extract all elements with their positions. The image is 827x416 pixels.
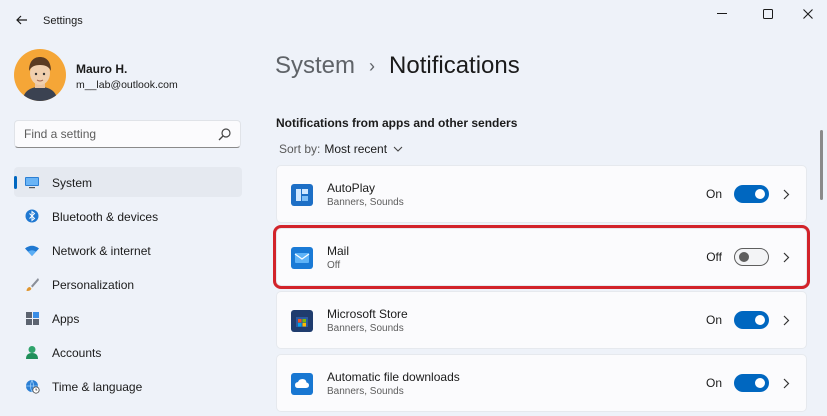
sidebar-item-personalization[interactable]: Personalization	[14, 269, 242, 299]
globe-clock-icon	[24, 378, 40, 394]
app-name: Microsoft Store	[327, 307, 408, 321]
close-button[interactable]	[796, 6, 820, 22]
maximize-icon	[763, 9, 773, 19]
toggle-state-label: Off	[706, 250, 722, 264]
store-icon	[291, 310, 313, 332]
close-icon	[803, 9, 813, 19]
notification-toggle[interactable]	[734, 311, 769, 329]
maximize-button[interactable]	[756, 6, 780, 22]
mail-icon	[291, 247, 313, 269]
sidebar-item-label: Time & language	[52, 380, 143, 394]
notification-toggle[interactable]	[734, 185, 769, 203]
app-name: AutoPlay	[327, 181, 376, 195]
sort-label: Sort by:	[279, 142, 321, 156]
sidebar-item-accounts[interactable]: Accounts	[14, 337, 242, 367]
arrow-left-icon	[16, 15, 27, 25]
app-row-automatic-file-downloads[interactable]: Automatic file downloads Banners, Sounds…	[276, 354, 807, 412]
toggle-knob	[755, 315, 765, 325]
bluetooth-icon	[24, 208, 40, 224]
breadcrumb-separator: ›	[369, 55, 376, 76]
sidebar-item-network[interactable]: Network & internet	[14, 235, 242, 265]
selection-indicator	[14, 176, 17, 189]
sidebar-item-label: Bluetooth & devices	[52, 210, 159, 224]
sidebar-item-system[interactable]: System	[14, 167, 242, 197]
sort-value: Most recent	[324, 142, 388, 156]
search-input[interactable]	[24, 126, 214, 142]
chevron-right-icon[interactable]	[780, 376, 792, 390]
app-row-microsoft-store[interactable]: Microsoft Store Banners, Sounds On	[276, 291, 807, 349]
app-row-mail[interactable]: Mail Off Off	[273, 225, 810, 289]
chevron-right-icon[interactable]	[780, 250, 792, 264]
monitor-icon	[24, 174, 40, 190]
cloud-icon	[291, 373, 313, 395]
sort-dropdown[interactable]: Sort by: Most recent	[279, 142, 403, 156]
user-profile[interactable]: Mauro H. m__lab@outlook.com	[14, 49, 244, 103]
back-button[interactable]	[12, 10, 32, 30]
section-title: Notifications from apps and other sender…	[276, 116, 518, 130]
app-row-autoplay[interactable]: AutoPlay Banners, Sounds On	[276, 165, 807, 223]
sidebar-nav: System Bluetooth & devices Network & int…	[14, 167, 242, 405]
app-notification-list: AutoPlay Banners, Sounds On Mail Off Off…	[273, 165, 810, 416]
wifi-icon	[24, 242, 40, 258]
breadcrumb-parent[interactable]: System	[275, 52, 355, 80]
user-email: m__lab@outlook.com	[76, 79, 178, 91]
search-box[interactable]	[14, 120, 241, 148]
user-name: Mauro H.	[76, 62, 128, 76]
chevron-right-icon[interactable]	[780, 187, 792, 201]
avatar-image	[14, 49, 66, 101]
sidebar-item-apps[interactable]: Apps	[14, 303, 242, 333]
search-icon[interactable]	[218, 128, 231, 141]
minimize-button[interactable]	[710, 6, 734, 22]
app-subtitle: Off	[327, 260, 341, 271]
app-subtitle: Banners, Sounds	[327, 323, 404, 334]
app-name: Automatic file downloads	[327, 370, 460, 384]
app-subtitle: Banners, Sounds	[327, 197, 404, 208]
toggle-knob	[739, 252, 749, 262]
app-subtitle: Banners, Sounds	[327, 386, 404, 397]
sidebar-item-time-language[interactable]: Time & language	[14, 371, 242, 401]
chevron-down-icon	[393, 146, 403, 152]
scrollbar[interactable]	[820, 130, 823, 200]
notification-toggle[interactable]	[734, 248, 769, 266]
toggle-state-label: On	[705, 187, 722, 201]
toggle-state-label: On	[705, 376, 722, 390]
toggle-knob	[755, 189, 765, 199]
person-icon	[24, 344, 40, 360]
sidebar-item-label: Accounts	[52, 346, 102, 360]
brush-icon	[24, 276, 40, 292]
sidebar-item-bluetooth[interactable]: Bluetooth & devices	[14, 201, 242, 231]
toggle-knob	[755, 378, 765, 388]
app-title: Settings	[43, 15, 83, 27]
page-title: Notifications	[389, 52, 520, 79]
sidebar-item-label: System	[52, 176, 93, 190]
breadcrumb: System › Notifications	[275, 49, 520, 83]
toggle-state-label: On	[705, 313, 722, 327]
sidebar-item-label: Apps	[52, 312, 80, 326]
app-name: Mail	[327, 244, 350, 258]
sidebar-item-label: Network & internet	[52, 244, 151, 258]
avatar	[14, 49, 66, 101]
minimize-icon	[717, 13, 727, 14]
apps-icon	[24, 310, 40, 326]
sidebar-item-label: Personalization	[52, 278, 135, 292]
chevron-right-icon[interactable]	[780, 313, 792, 327]
autoplay-icon	[291, 184, 313, 206]
title-bar: Settings	[0, 0, 827, 40]
notification-toggle[interactable]	[734, 374, 769, 392]
